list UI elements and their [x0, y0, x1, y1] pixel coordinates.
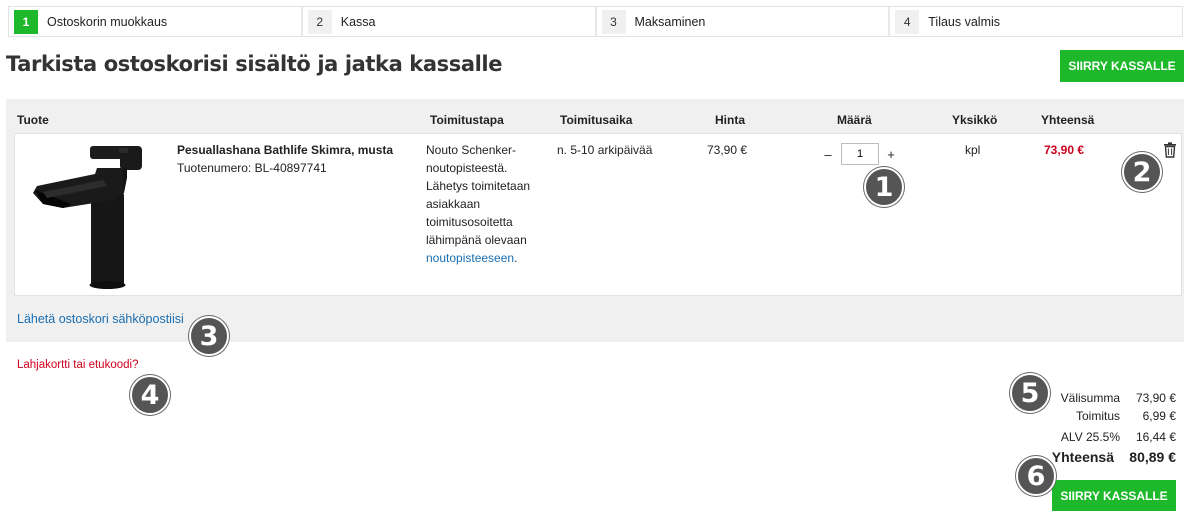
- qty-decrease-button[interactable]: –: [821, 147, 835, 162]
- summary-total: Yhteensä 80,89 €: [1052, 449, 1176, 465]
- delivery-time: n. 5-10 arkipäivää: [557, 143, 653, 157]
- summary-subtotal: Välisumma 73,90 €: [1061, 391, 1176, 405]
- item-unit: kpl: [965, 143, 981, 157]
- gift-card-code-link[interactable]: Lahjakortti tai etukoodi?: [17, 359, 138, 371]
- summary-vat: ALV 25.5% 16,44 €: [1061, 430, 1176, 444]
- step-payment[interactable]: 3 Maksaminen: [596, 7, 891, 36]
- product-image[interactable]: [23, 138, 165, 290]
- step-label: Maksaminen: [634, 14, 706, 29]
- delivery-text-line: Lähetys toimitetaan: [426, 179, 531, 193]
- product-sku: Tuotenumero: BL-40897741: [177, 161, 327, 175]
- trash-icon[interactable]: [1163, 142, 1177, 158]
- summary-shipping: Toimitus 6,99 €: [1076, 409, 1176, 423]
- checkout-steps: 1 Ostoskorin muokkaus 2 Kassa 3 Maksamin…: [8, 6, 1183, 37]
- cart-item-row: Pesuallashana Bathlife Skimra, musta Tuo…: [14, 133, 1182, 296]
- step-label: Ostoskorin muokkaus: [47, 14, 168, 29]
- col-header-quantity: Määrä: [837, 113, 872, 127]
- total-label: Yhteensä: [1051, 449, 1114, 465]
- col-header-price: Hinta: [715, 113, 745, 127]
- step-label: Tilaus valmis: [928, 14, 1001, 29]
- item-price: 73,90 €: [707, 143, 748, 157]
- delivery-text-line: noutopisteestä.: [426, 161, 508, 175]
- col-header-unit: Yksikkö: [952, 113, 998, 127]
- step-number: 2: [307, 9, 332, 34]
- col-header-delivery-time: Toimitusaika: [560, 113, 633, 127]
- col-header-product: Tuote: [17, 113, 49, 127]
- product-name[interactable]: Pesuallashana Bathlife Skimra, musta: [177, 141, 393, 159]
- shipping-label: Toimitus: [1075, 409, 1120, 423]
- subtotal-label: Välisumma: [1060, 391, 1120, 405]
- annotation-badge: 6: [1016, 456, 1056, 496]
- delivery-suffix: .: [514, 251, 518, 265]
- step-order-complete[interactable]: 4 Tilaus valmis: [890, 7, 1182, 36]
- delivery-text-line: noutopisteeseen.: [426, 249, 556, 267]
- shipping-value: 6,99 €: [1142, 409, 1176, 423]
- delivery-text-line: lähimpänä olevaan: [426, 233, 527, 247]
- vat-label: ALV 25.5%: [1060, 430, 1120, 444]
- delivery-method: Nouto Schenker- noutopisteestä. Lähetys …: [426, 141, 556, 267]
- annotation-badge: 4: [130, 375, 170, 415]
- quantity-input[interactable]: [841, 143, 879, 165]
- delivery-text-line: asiakkaan: [426, 197, 481, 211]
- checkout-button-bottom[interactable]: SIIRRY KASSALLE: [1052, 480, 1176, 511]
- cart-panel: Tuote Toimitustapa Toimitusaika Hinta Mä…: [6, 99, 1184, 342]
- annotation-badge: 5: [1010, 373, 1050, 413]
- total-value: 80,89 €: [1129, 449, 1176, 465]
- col-header-total: Yhteensä: [1041, 113, 1095, 127]
- col-header-delivery-method: Toimitustapa: [430, 113, 504, 127]
- annotation-badge: 2: [1122, 152, 1162, 192]
- step-number: 1: [14, 9, 38, 34]
- vat-value: 16,44 €: [1135, 430, 1176, 444]
- page-title: Tarkista ostoskorisi sisältö ja jatka ka…: [6, 52, 503, 76]
- delivery-text-line: toimitusosoitetta: [426, 215, 513, 229]
- annotation-badge: 3: [189, 316, 229, 356]
- step-number: 3: [601, 9, 626, 34]
- step-number: 4: [895, 9, 920, 34]
- quantity-stepper: – +: [821, 143, 897, 165]
- annotation-badge: 1: [864, 167, 904, 207]
- item-total: 73,90 €: [1044, 143, 1085, 157]
- qty-increase-button[interactable]: +: [885, 147, 897, 162]
- email-cart-link[interactable]: Lähetä ostoskori sähköpostiisi: [17, 312, 184, 326]
- pickup-point-link[interactable]: noutopisteeseen: [426, 251, 514, 265]
- checkout-button-top[interactable]: SIIRRY KASSALLE: [1060, 50, 1184, 82]
- step-cart-edit[interactable]: 1 Ostoskorin muokkaus: [9, 7, 303, 36]
- subtotal-value: 73,90 €: [1135, 391, 1176, 405]
- step-label: Kassa: [340, 14, 376, 29]
- step-checkout[interactable]: 2 Kassa: [302, 7, 597, 36]
- delivery-text-line: Nouto Schenker-: [426, 143, 517, 157]
